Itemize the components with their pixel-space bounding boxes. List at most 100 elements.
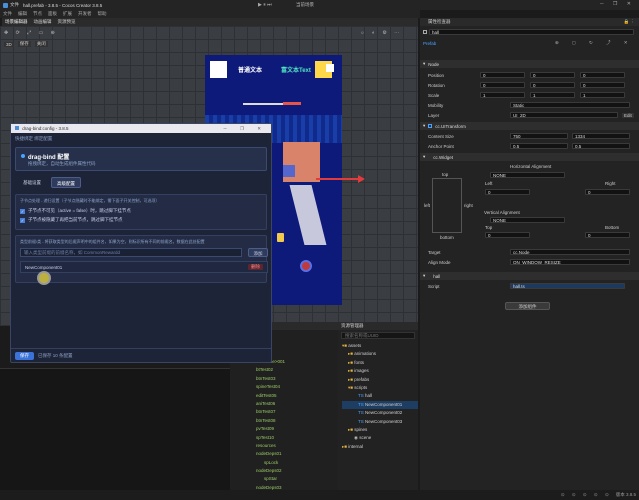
- current-scene-select[interactable]: 当前场景: [296, 2, 314, 8]
- mobility-select[interactable]: Static: [510, 102, 630, 108]
- list-item[interactable]: btnTest08: [256, 417, 338, 425]
- list-item[interactable]: ▾■ scripts: [342, 384, 418, 392]
- menu-extension[interactable]: 扩展: [63, 11, 72, 17]
- list-item[interactable]: spLock: [256, 459, 338, 467]
- x-axis-arrow-icon[interactable]: [358, 175, 365, 183]
- inspector-lock-icon[interactable]: 🔒 ⋮: [624, 19, 635, 25]
- node-name-field[interactable]: hall: [429, 29, 634, 35]
- content-width[interactable]: 750: [510, 133, 568, 139]
- v-align-none[interactable]: NONE: [490, 217, 565, 223]
- rotation-z[interactable]: 0: [580, 82, 625, 88]
- h-align-none[interactable]: NONE: [490, 172, 565, 178]
- target-field[interactable]: cc.Node: [510, 249, 630, 255]
- list-item[interactable]: pvTest09: [256, 425, 338, 433]
- align-mode-select[interactable]: ON_WINDOW_RESIZE: [510, 259, 630, 265]
- scale-x[interactable]: 1: [480, 92, 525, 98]
- list-item[interactable]: nodeDeps02: [256, 467, 338, 475]
- script-field[interactable]: hall.ts: [510, 283, 625, 289]
- list-item[interactable]: spStar: [256, 475, 338, 483]
- list-item[interactable]: ▸■ animations: [342, 350, 418, 358]
- title-menu[interactable]: 文件: [10, 2, 19, 8]
- collapse-icon[interactable]: ▾: [423, 61, 425, 67]
- assets-search-input[interactable]: 搜索名称或UUID: [341, 332, 415, 339]
- close-scene-button[interactable]: 关闭: [34, 41, 48, 47]
- check2-checkbox[interactable]: ✓: [20, 217, 25, 223]
- folder-icon: ▸■: [348, 426, 353, 432]
- list-item[interactable]: TS hall: [342, 392, 418, 400]
- list-item[interactable]: editTest05: [256, 392, 338, 400]
- add-component-button[interactable]: 添加组件: [505, 302, 550, 310]
- right-value[interactable]: 0: [585, 189, 630, 195]
- list-item[interactable]: spineTest04: [256, 383, 338, 391]
- list-item[interactable]: btnTest03: [256, 375, 338, 383]
- menu-edit[interactable]: 编辑: [18, 11, 27, 17]
- layer-edit-button[interactable]: Edit: [622, 112, 634, 118]
- list-item[interactable]: TS NewComponent01: [342, 400, 418, 410]
- content-height[interactable]: 1334: [572, 133, 630, 139]
- list-item[interactable]: aniTest06: [256, 400, 338, 408]
- list-item[interactable]: btnTest07: [256, 408, 338, 416]
- list-item[interactable]: ▸■ prefabs: [342, 376, 418, 384]
- rotation-x[interactable]: 0: [480, 82, 525, 88]
- collapse-icon[interactable]: ▾: [423, 273, 425, 279]
- tab-animation[interactable]: 动画编辑: [34, 19, 52, 25]
- uitransform-section[interactable]: ▾ cc.UITransform: [420, 122, 639, 130]
- status-icons[interactable]: ⊙ ⊙ ⊙ ⊙ ⊙: [561, 492, 612, 498]
- list-item[interactable]: ▸■ spines: [342, 426, 418, 434]
- play-button[interactable]: ▶ ⏸ ⏭: [258, 2, 272, 8]
- prefix-row-label[interactable]: NewComponent01: [25, 265, 62, 270]
- left-value[interactable]: 0: [485, 189, 530, 195]
- list-item[interactable]: nodeDeps01: [256, 450, 338, 458]
- save-config-button[interactable]: 保存: [15, 351, 34, 360]
- menu-developer[interactable]: 开发者: [78, 11, 92, 17]
- save-scene-button[interactable]: 保存: [17, 41, 31, 47]
- list-item[interactable]: btTest02: [256, 366, 338, 374]
- dialog-window-controls[interactable]: ─ ❐ ✕: [224, 124, 268, 133]
- widget-align-box[interactable]: [432, 178, 462, 233]
- list-item[interactable]: TS NewComponent02: [342, 409, 418, 417]
- prefab-tools-icons[interactable]: ⊕ ◻ ↻ ⤴ ✕: [555, 40, 634, 46]
- list-item[interactable]: ◉ scene: [342, 434, 418, 442]
- list-item[interactable]: spTest10: [256, 434, 338, 442]
- position-y[interactable]: 0: [530, 72, 575, 78]
- position-x[interactable]: 0: [480, 72, 525, 78]
- hall-component-section[interactable]: ▾ hall: [420, 272, 639, 280]
- top-value[interactable]: 0: [485, 232, 530, 238]
- bottom-value[interactable]: 0: [585, 232, 630, 238]
- position-z[interactable]: 0: [580, 72, 625, 78]
- anchor-x[interactable]: 0.5: [510, 143, 568, 149]
- list-item[interactable]: TS NewComponent03: [342, 418, 418, 426]
- list-item[interactable]: ▾■ assets: [342, 342, 418, 350]
- list-item[interactable]: resources: [256, 442, 338, 450]
- anchor-y[interactable]: 0.5: [572, 143, 630, 149]
- window-controls[interactable]: ─ ❐ ✕: [600, 1, 635, 7]
- list-item[interactable]: ▸■ fonts: [342, 359, 418, 367]
- layer-select[interactable]: UI_2D: [510, 112, 618, 118]
- widget-section[interactable]: ▾ cc.Widget: [420, 153, 639, 161]
- delete-prefix-button[interactable]: 删除: [248, 264, 263, 270]
- tab-scene-editor[interactable]: 场景编辑器: [5, 19, 28, 25]
- list-item[interactable]: ▸■ internal: [342, 443, 418, 451]
- scale-y[interactable]: 1: [530, 92, 575, 98]
- scene-tool-icons[interactable]: ✥ ⟳ ⤢ ▭ ⊕: [4, 30, 58, 36]
- active-checkbox[interactable]: [423, 30, 427, 34]
- menu-panel[interactable]: 面板: [48, 11, 57, 17]
- gizmo-icons[interactable]: ☼ ◐ ⚙ ⋯: [360, 30, 402, 36]
- menu-node[interactable]: 节点: [33, 11, 42, 17]
- menu-file[interactable]: 文件: [3, 11, 12, 17]
- menu-help[interactable]: 帮助: [98, 11, 107, 17]
- node-section[interactable]: ▾ Node: [420, 60, 639, 68]
- scale-z[interactable]: 1: [580, 92, 625, 98]
- check1-checkbox[interactable]: ✓: [20, 208, 25, 214]
- tab-asset-preview[interactable]: 资源预览: [58, 19, 76, 25]
- tab-basic-settings[interactable]: 基础设置: [19, 177, 45, 188]
- x-axis-gizmo[interactable]: [316, 178, 361, 180]
- collapse-icon[interactable]: ▾: [423, 123, 425, 129]
- tab-advanced-config[interactable]: 高级配置: [51, 177, 81, 188]
- mode-3d-button[interactable]: 3D: [4, 41, 14, 47]
- prefix-input[interactable]: 输入类型前缀的前缀名称，如 CommonRewardd: [20, 248, 242, 257]
- list-item[interactable]: ▸■ images: [342, 367, 418, 375]
- rotation-y[interactable]: 0: [530, 82, 575, 88]
- collapse-icon[interactable]: ▾: [423, 154, 425, 160]
- add-prefix-button[interactable]: 添加: [248, 248, 268, 257]
